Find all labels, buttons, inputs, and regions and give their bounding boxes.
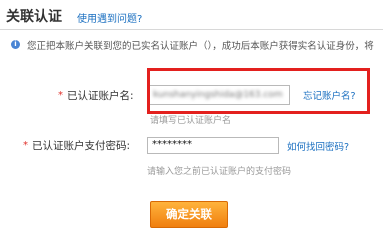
- required-mark: *: [23, 140, 28, 151]
- page-title: 关联认证: [6, 9, 62, 25]
- pay-password-label: 已认证账户支付密码:: [32, 140, 131, 152]
- help-link[interactable]: 使用遇到问题?: [77, 10, 142, 25]
- account-name-hint: 请填写已认证账户名: [150, 116, 232, 126]
- info-icon: i: [11, 40, 20, 49]
- highlight-box: [147, 68, 370, 114]
- confirm-link-button[interactable]: 确定关联: [150, 201, 228, 228]
- recover-password-link[interactable]: 如何找回密码?: [287, 139, 349, 153]
- pay-password-value: ********: [152, 139, 192, 150]
- account-name-label: 已认证账户名:: [67, 90, 134, 102]
- pay-password-hint: 请输入您之前已认证账户的支付密码: [147, 167, 292, 177]
- header-divider: [0, 29, 383, 30]
- info-text: 您正把本账户关联到您的已实名认证账户（），成功后本账户获得实名认证身份，将: [27, 41, 374, 52]
- pay-password-input[interactable]: ********: [147, 137, 279, 154]
- required-mark: *: [58, 90, 63, 101]
